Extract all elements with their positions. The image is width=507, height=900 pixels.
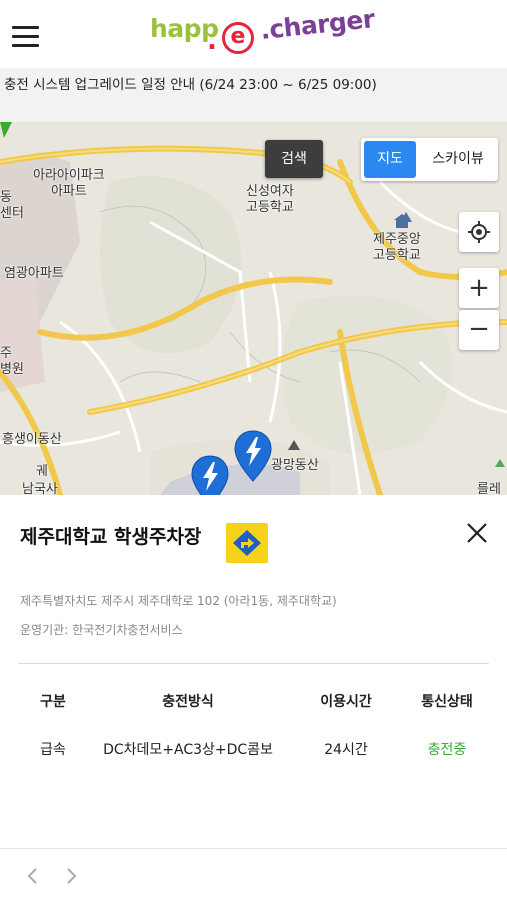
navigation-button[interactable] (226, 523, 268, 563)
chevron-left-icon[interactable] (24, 865, 42, 887)
map-label-heungsaeng: 흥생이동산 (2, 432, 62, 447)
divider (18, 663, 489, 664)
charger-marker-icon[interactable] (191, 455, 229, 495)
map-label-temple-mark: 궤 (36, 464, 48, 479)
school-icon (394, 214, 410, 228)
operator-name: 한국전기차충전서비스 (72, 623, 183, 637)
close-icon[interactable] (464, 520, 490, 546)
map-label-hospital: 주 병원 (0, 346, 24, 377)
table-header-method: 충전방식 (162, 694, 214, 710)
hamburger-menu-icon[interactable] (12, 26, 40, 48)
map-label-shinseong: 신성여자 고등학교 (246, 184, 294, 215)
map-label-namguksa: 남국사 (22, 482, 58, 495)
notice-banner[interactable]: 충전 시스템 업그레이드 일정 안내 (6/24 23:00 ~ 6/25 09… (0, 68, 507, 122)
map-label-edge: 를레 (477, 482, 501, 495)
map-type-map-button[interactable]: 지도 (364, 141, 416, 178)
charger-marker-icon[interactable] (234, 430, 272, 482)
table-cell-type: 급속 (40, 742, 66, 758)
station-operator: 운영기관: 한국전기차충전서비스 (20, 621, 183, 638)
station-address: 제주특별자치도 제주시 제주대학로 102 (아라1동, 제주대학교) (20, 594, 337, 608)
table-cell-method: DC차데모+AC3상+DC콤보 (103, 742, 273, 758)
map-view[interactable]: 아라아이파크 아파트 동 센터 신성여자 고등학교 제주중앙 고등학교 염광아파트 주병… (0, 122, 507, 495)
table-cell-status: 충전중 (427, 742, 467, 758)
map-type-skyview-button[interactable]: 스카이뷰 (421, 141, 495, 178)
logo-dot: . (207, 26, 217, 56)
map-type-toggle: 지도 스카이뷰 (361, 138, 498, 181)
table-header-hours: 이용시간 (320, 694, 372, 710)
table-header-status: 통신상태 (421, 694, 473, 710)
table-cell-hours: 24시간 (324, 742, 368, 758)
zoom-in-button[interactable]: + (459, 268, 499, 308)
app-header: happ . e .charger (0, 0, 507, 68)
bottom-divider (0, 848, 507, 849)
chevron-right-icon[interactable] (62, 865, 80, 887)
station-name: 제주대학교 학생주차장 (20, 526, 202, 548)
table-header-type: 구분 (40, 694, 66, 710)
my-location-button[interactable] (459, 212, 499, 252)
map-search-button[interactable]: 검색 (265, 140, 323, 178)
zoom-out-button[interactable]: − (459, 310, 499, 350)
map-label-yeomgwang: 염광아파트 (4, 266, 64, 281)
logo[interactable]: happ . e .charger (150, 4, 376, 60)
map-label-center: 동 센터 (0, 190, 24, 221)
logo-text-charger: .charger (258, 4, 376, 45)
station-info-panel: 제주대학교 학생주차장 제주특별자치도 제주시 제주대학로 102 (아라1동,… (0, 495, 507, 900)
route-arrow-icon (233, 530, 261, 556)
operator-label: 운영기관: (20, 623, 69, 637)
map-label-ara-ipark: 아라아이파크 아파트 (33, 168, 105, 199)
map-label-jeju-jungang: 제주중앙 고등학교 (373, 232, 421, 263)
crosshair-icon (468, 221, 490, 243)
map-label-gwangmang: 광망동산 (271, 458, 319, 473)
logo-e-icon: e (222, 22, 254, 54)
